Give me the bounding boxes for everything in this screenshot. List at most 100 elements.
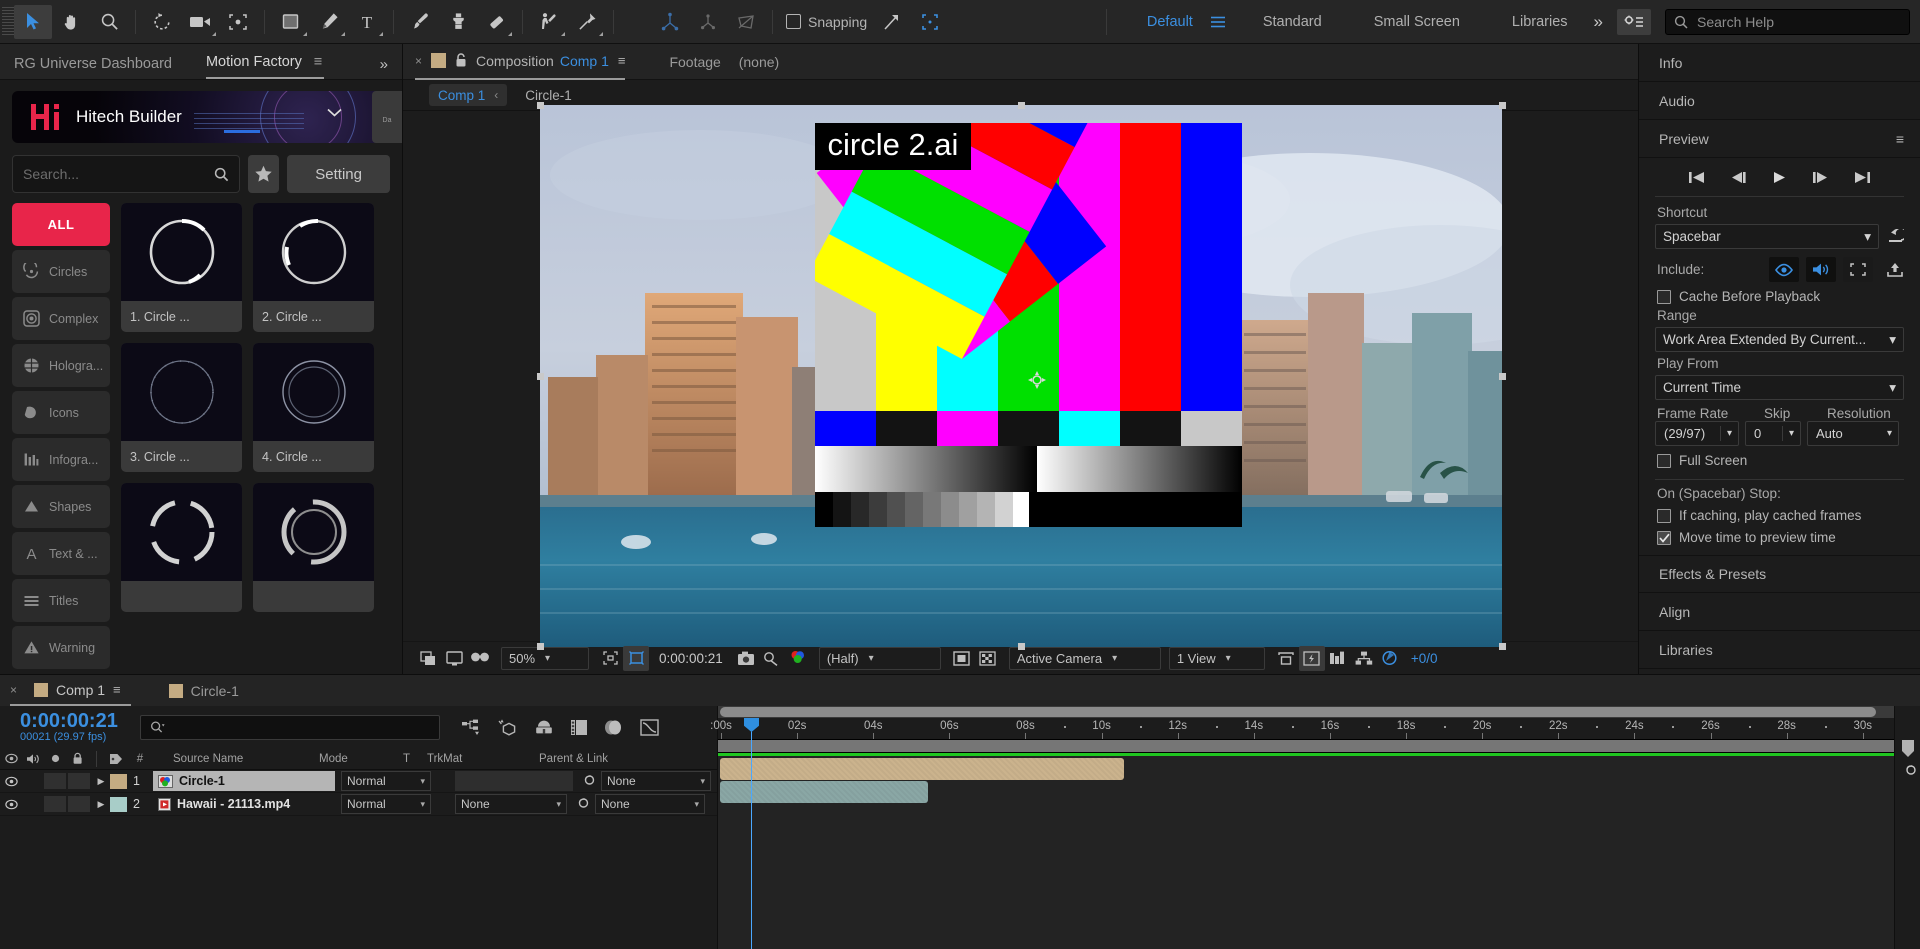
snapping-checkbox[interactable]	[786, 14, 801, 29]
scrollbar-thumb[interactable]	[720, 707, 1876, 717]
roto-brush-tool[interactable]	[530, 5, 568, 39]
snapping-toggle[interactable]: Snapping	[780, 14, 873, 30]
camera-dropdown[interactable]: Active Camera ▾	[1008, 646, 1161, 670]
exposure-value[interactable]: +0/0	[1411, 651, 1438, 666]
table-row[interactable]: ▶ 2 Hawaii - 21113.mp4 Normal ▾ None ▾ N…	[0, 793, 717, 816]
tab-motion-factory[interactable]: Motion Factory ≡	[205, 54, 325, 79]
always-preview-icon[interactable]	[415, 646, 441, 671]
workspace-standard[interactable]: Standard	[1237, 14, 1348, 30]
current-time-indicator[interactable]	[744, 718, 759, 949]
move-time-checkbox[interactable]	[1657, 530, 1671, 545]
snapping-bounds-icon[interactable]	[911, 5, 949, 39]
hide-shy-layers-icon[interactable]	[534, 719, 554, 736]
layer-parent-dropdown[interactable]: None ▾	[595, 794, 705, 814]
layer-mode-dropdown[interactable]: Normal ▾	[341, 794, 431, 814]
video-icon[interactable]	[1769, 257, 1799, 282]
timeline-ruler[interactable]: :00s 02s 04s 06s 08s 10s 12s 14s 16s 18s 20s 22s 24s…	[710, 718, 1894, 740]
layer-mode-dropdown[interactable]: Normal ▾	[341, 771, 431, 791]
frame-blending-icon[interactable]	[570, 719, 588, 736]
column-trkmat-header[interactable]: TrkMat	[427, 753, 539, 765]
world-axis-mode-icon[interactable]	[689, 5, 727, 39]
preview-resolution-dropdown[interactable]: Auto ▾	[1807, 421, 1899, 446]
column-source-name-header[interactable]: Source Name	[153, 753, 293, 765]
workspace-settings-icon[interactable]	[1617, 9, 1651, 35]
graph-editor-icon[interactable]	[640, 718, 659, 736]
column-parent-link-header[interactable]: Parent & Link	[539, 753, 608, 765]
layer-name-cell[interactable]: Hawaii - 21113.mp4	[153, 794, 335, 814]
search-help-input[interactable]: Search Help	[1665, 9, 1910, 35]
timeline-panel-icon[interactable]	[1325, 646, 1351, 671]
preset-thumbnail[interactable]: 4. Circle ...	[253, 343, 374, 472]
last-frame-button[interactable]	[1854, 171, 1871, 184]
workspace-libraries[interactable]: Libraries	[1486, 14, 1594, 30]
comp-flowchart-icon[interactable]	[1351, 646, 1377, 671]
table-row[interactable]: ▶ 1 Circle-1 Normal ▾ None ▾	[0, 770, 717, 793]
lock-icon[interactable]	[455, 53, 467, 68]
main-viewer-icon[interactable]	[441, 646, 467, 671]
category-infographics[interactable]: Infogra...	[12, 438, 110, 481]
panel-menu-icon[interactable]: ≡	[314, 54, 322, 70]
snapping-arrow-icon[interactable]	[873, 5, 911, 39]
show-snapshot-icon[interactable]	[759, 646, 785, 671]
magnification-dropdown[interactable]: 50% ▾	[501, 646, 589, 670]
local-axis-mode-icon[interactable]	[651, 5, 689, 39]
toggle-mask-icon[interactable]	[949, 646, 975, 671]
layer-trkmat-dropdown[interactable]: None ▾	[455, 794, 567, 814]
category-text[interactable]: A Text & ...	[12, 532, 110, 575]
category-icons[interactable]: Icons	[12, 391, 110, 434]
expand-triangle-icon[interactable]: ▶	[92, 776, 110, 787]
layer-label-color[interactable]	[110, 796, 127, 812]
cache-before-playback-checkbox[interactable]	[1657, 289, 1671, 304]
motion-blur-icon[interactable]	[604, 719, 624, 736]
eraser-tool[interactable]	[477, 5, 515, 39]
preview-panel-header[interactable]: Preview ≡	[1639, 120, 1920, 158]
breadcrumb-back-icon[interactable]: ‹	[494, 88, 498, 102]
preset-thumbnail[interactable]: 1. Circle ...	[121, 203, 242, 332]
play-button[interactable]	[1772, 171, 1787, 184]
clone-stamp-tool[interactable]	[439, 5, 477, 39]
expand-triangle-icon[interactable]: ▶	[92, 799, 110, 810]
comp-marker-icon[interactable]	[1895, 764, 1920, 779]
layer-parent-dropdown[interactable]: None ▾	[601, 771, 711, 791]
layer-trkmat-cell[interactable]	[455, 771, 573, 791]
toggle-transparency-grid-icon[interactable]	[975, 646, 1001, 671]
composition-menu-icon[interactable]: ≡	[618, 53, 626, 68]
composition-mini-flowchart-icon[interactable]	[461, 719, 482, 736]
selection-handle[interactable]	[1017, 643, 1025, 650]
take-snapshot-icon[interactable]	[733, 646, 759, 671]
category-holograms[interactable]: Hologra...	[12, 344, 110, 387]
channels-icon[interactable]	[785, 646, 811, 671]
preview-panel-menu-icon[interactable]: ≡	[1896, 131, 1904, 147]
full-screen-row[interactable]: Full Screen	[1657, 453, 1904, 468]
reset-exposure-icon[interactable]	[1377, 646, 1403, 671]
view-axis-mode-icon[interactable]	[727, 5, 765, 39]
category-all[interactable]: ALL	[12, 203, 110, 246]
toolbar-grip[interactable]	[2, 6, 14, 37]
cache-before-playback-row[interactable]: Cache Before Playback	[1657, 289, 1904, 304]
export-icon[interactable]	[1886, 262, 1904, 278]
parent-pickwhip-icon[interactable]	[567, 797, 595, 811]
region-of-interest-icon[interactable]	[623, 645, 649, 671]
effects-and-presets-header[interactable]: Effects & Presets	[1639, 555, 1920, 593]
frame-rate-dropdown[interactable]: (29/97) ▾	[1655, 421, 1739, 446]
choose-grid-icon[interactable]	[597, 646, 623, 671]
selection-handle[interactable]	[1017, 102, 1025, 109]
category-warning[interactable]: Warning	[12, 626, 110, 669]
workspace-default[interactable]: Default	[1121, 14, 1199, 30]
layer-lock-toggle[interactable]	[68, 773, 90, 789]
composition-tab[interactable]: × Composition Comp 1 ≡	[415, 44, 626, 80]
3d-glasses-icon[interactable]	[467, 646, 493, 671]
selection-handle[interactable]	[1498, 102, 1506, 109]
audio-icon[interactable]	[1806, 257, 1836, 282]
play-from-dropdown[interactable]: Current Time ▾	[1655, 375, 1904, 400]
selection-handle[interactable]	[1498, 373, 1506, 380]
if-caching-checkbox[interactable]	[1657, 508, 1671, 523]
info-panel-header[interactable]: Info	[1639, 44, 1920, 82]
preset-thumbnail[interactable]	[121, 483, 242, 612]
anchor-point-icon[interactable]	[1027, 371, 1046, 389]
setting-button[interactable]: Setting	[287, 155, 390, 193]
category-shapes[interactable]: Shapes	[12, 485, 110, 528]
timeline-tab-circle-1[interactable]: Circle-1	[161, 675, 249, 706]
range-dropdown[interactable]: Work Area Extended By Current... ▾	[1655, 327, 1904, 352]
shortcut-dropdown[interactable]: Spacebar ▾	[1655, 224, 1879, 249]
